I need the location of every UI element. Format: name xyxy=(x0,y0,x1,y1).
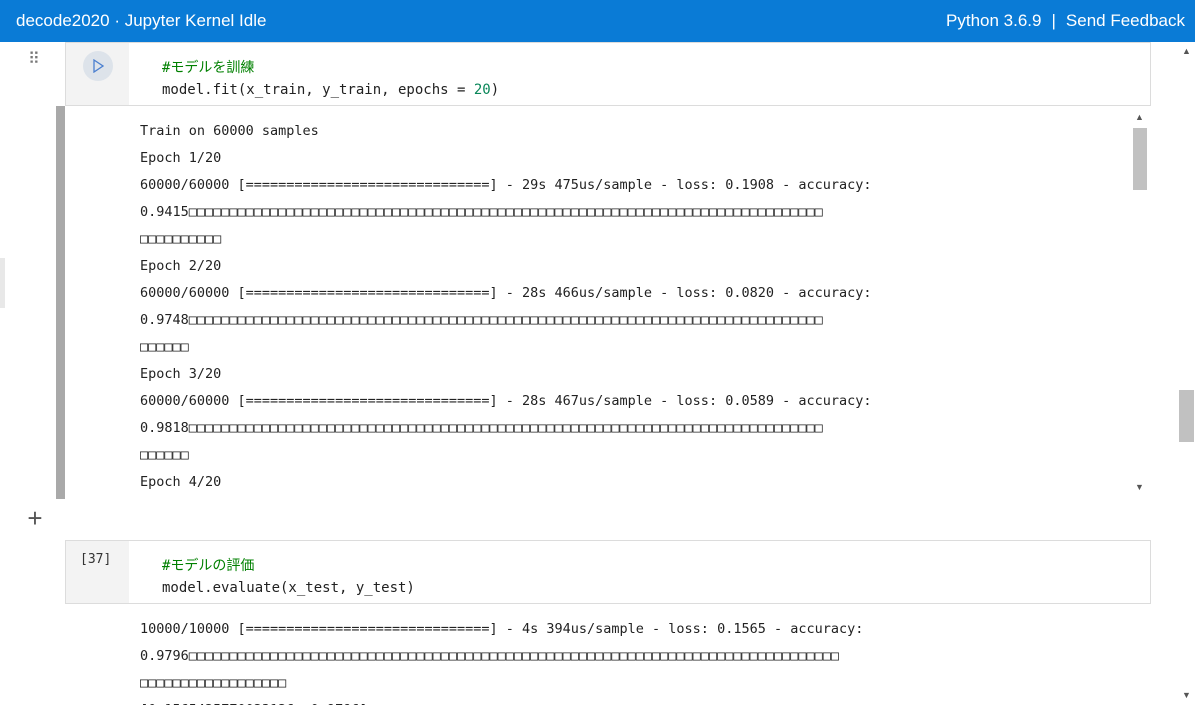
notebook-title: decode2020 · Jupyter Kernel Idle xyxy=(16,11,267,30)
code-cell-evaluate[interactable]: [37] #モデルの評価 model.evaluate(x_test, y_te… xyxy=(65,540,1151,604)
run-icon xyxy=(93,59,104,73)
output-scroll-thumb[interactable] xyxy=(1133,128,1147,190)
cell-output-evaluate: 10000/10000 [===========================… xyxy=(140,616,1140,705)
plus-icon[interactable]: + xyxy=(24,505,46,531)
output-line: Epoch 4/20 xyxy=(140,474,222,490)
cell-output-train: Train on 60000 samples Epoch 1/20 60000/60… xyxy=(140,118,1125,498)
execution-count: [37] xyxy=(80,552,112,567)
cell-code[interactable]: #モデルの評価 model.evaluate(x_test, y_test) xyxy=(162,555,415,599)
code-comment: #モデルの評価 xyxy=(162,558,255,574)
left-edge-tab xyxy=(0,258,5,308)
scroll-up-icon[interactable]: ▲ xyxy=(1182,46,1191,56)
code-line: model.fit(x_train, y_train, epochs = 20) xyxy=(162,82,500,98)
output-collapse-bar[interactable] xyxy=(56,106,65,499)
output-line: 0.9415□□□□□□□□□□□□□□□□□□□□□□□□□□□□□□□□□□… xyxy=(140,204,823,220)
output-line: [0.1565425770023126, 0.9796] xyxy=(140,697,1140,705)
output-line: 0.9796□□□□□□□□□□□□□□□□□□□□□□□□□□□□□□□□□□… xyxy=(140,648,839,664)
output-line: 10000/10000 [===========================… xyxy=(140,621,864,637)
output-line: 60000/60000 [===========================… xyxy=(140,393,872,409)
run-cell-button[interactable] xyxy=(83,51,113,81)
output-line: Epoch 2/20 xyxy=(140,258,222,274)
kernel-version[interactable]: Python 3.6.9 xyxy=(946,11,1041,31)
header-bar: decode2020 · Jupyter Kernel Idle Python … xyxy=(0,0,1195,42)
output-line: 60000/60000 [===========================… xyxy=(140,285,872,301)
output-line: 60000/60000 [===========================… xyxy=(140,177,872,193)
drag-handle-icon[interactable]: ⠿ xyxy=(28,52,40,68)
page-scrollbar[interactable]: ▲ ▼ xyxy=(1177,42,1195,705)
scroll-down-icon[interactable]: ▼ xyxy=(1135,482,1144,492)
code-comment: #モデルを訓練 xyxy=(162,60,255,76)
page-scroll-thumb[interactable] xyxy=(1179,390,1194,442)
output-line: Epoch 1/20 xyxy=(140,150,222,166)
header-separator: | xyxy=(1051,11,1056,30)
output-line: 0.9818□□□□□□□□□□□□□□□□□□□□□□□□□□□□□□□□□□… xyxy=(140,420,823,436)
scroll-up-icon[interactable]: ▲ xyxy=(1135,112,1144,122)
output-line: 0.9748□□□□□□□□□□□□□□□□□□□□□□□□□□□□□□□□□□… xyxy=(140,312,823,328)
output-line: □□□□□□□□□□□□□□□□□□ xyxy=(140,675,287,691)
header-right: Python 3.6.9 | Send Feedback xyxy=(946,11,1185,31)
code-cell-train[interactable]: #モデルを訓練 model.fit(x_train, y_train, epoc… xyxy=(65,42,1151,106)
code-line: model.evaluate(x_test, y_test) xyxy=(162,580,415,596)
output-line: □□□□□□□□□□ xyxy=(140,231,222,247)
send-feedback-link[interactable]: Send Feedback xyxy=(1066,11,1185,31)
output-line: Train on 60000 samples xyxy=(140,123,319,139)
output-scrollbar[interactable]: ▲ ▼ xyxy=(1131,108,1148,498)
output-line: □□□□□□ xyxy=(140,339,189,355)
output-line: □□□□□□ xyxy=(140,447,189,463)
scroll-down-icon[interactable]: ▼ xyxy=(1182,690,1191,700)
cell-gutter xyxy=(66,541,129,603)
cell-code[interactable]: #モデルを訓練 model.fit(x_train, y_train, epoc… xyxy=(162,57,499,101)
output-line: Epoch 3/20 xyxy=(140,366,222,382)
